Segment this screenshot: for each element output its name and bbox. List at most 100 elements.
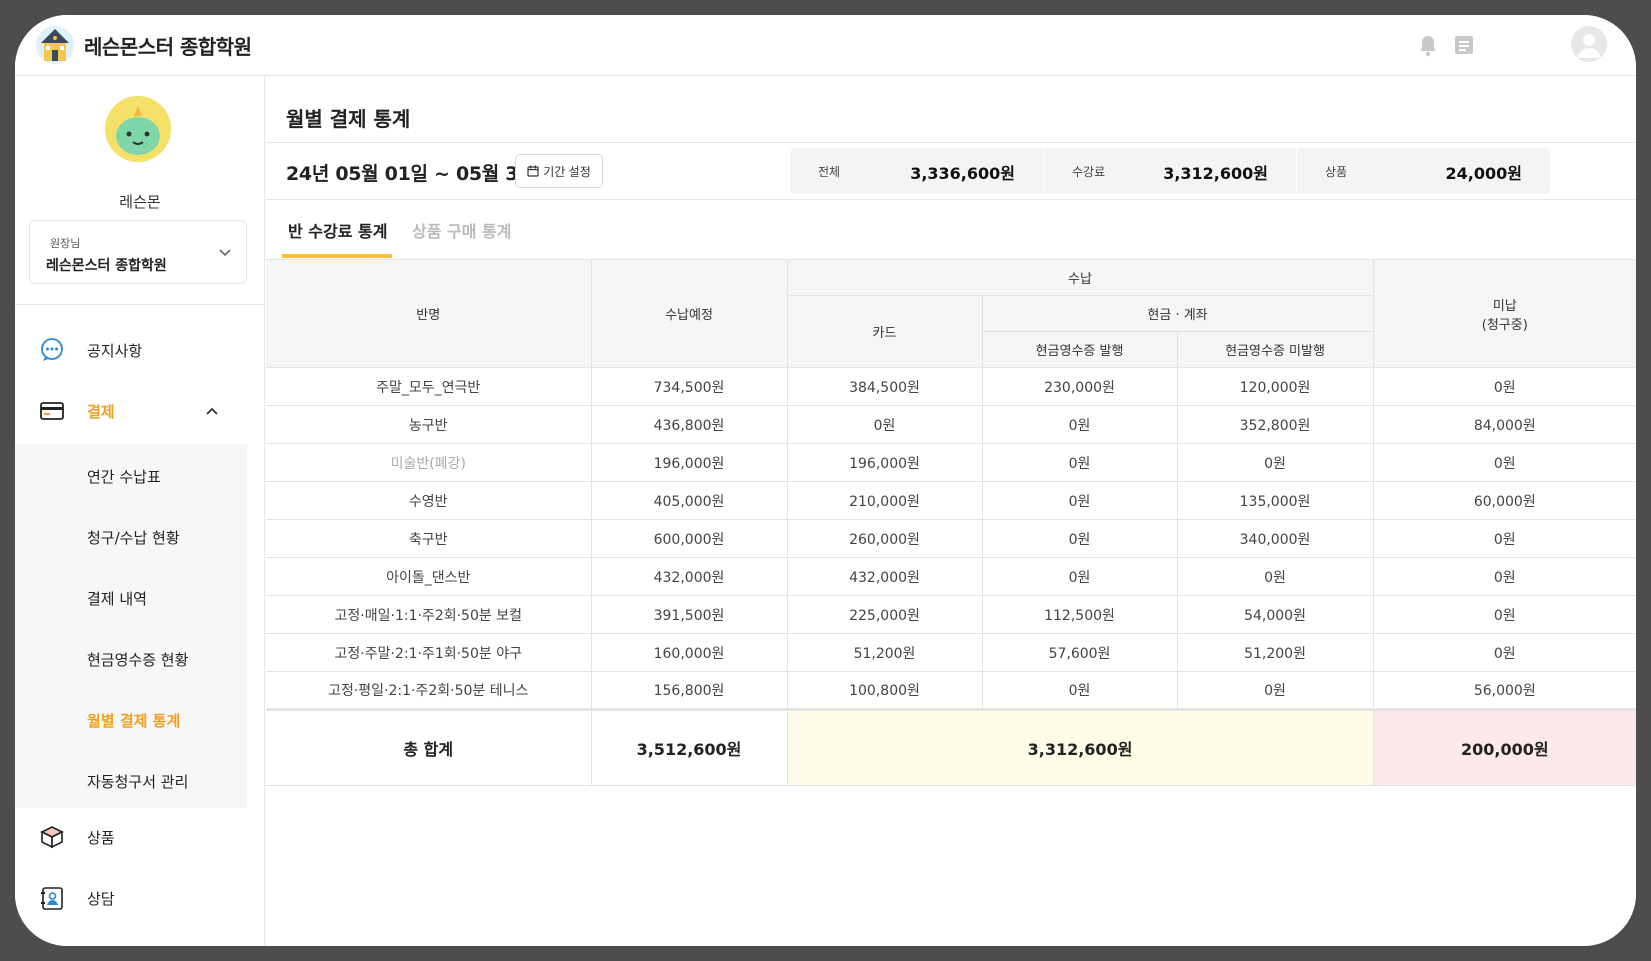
cell-class-name: 아이돌_댄스반 — [266, 557, 592, 596]
cell-receipt-not-issued: 51,200원 — [1176, 633, 1374, 672]
total-unpaid: 200,000원 — [1372, 708, 1636, 786]
cell-receipt-not-issued: 135,000원 — [1176, 481, 1374, 520]
period-label: 24년 05월 01일 ~ 05월 31일 — [286, 163, 549, 185]
table-row: 주말_모두_연극반 734,500원 384,500원 230,000원 120… — [266, 367, 1636, 406]
total-paid: 3,312,600원 — [786, 708, 1374, 786]
sidebar-item-payment[interactable]: 결제 — [15, 386, 265, 436]
submenu-item-annual-sheet[interactable]: 연간 수납표 — [15, 450, 247, 500]
column-header-receipt-not-issued: 현금영수증 미발행 — [1176, 331, 1374, 368]
cell-unpaid: 84,000원 — [1372, 405, 1636, 444]
period-setting-label: 기간 설정 — [543, 164, 591, 179]
cell-scheduled: 436,800원 — [590, 405, 788, 444]
submenu-item-payment-history[interactable]: 결제 내역 — [15, 572, 247, 622]
total-label: 총 합계 — [266, 708, 592, 786]
stats-table: 반명 수납예정 수납 미납 (청구중) 카드 현금 · 계좌 현금영수증 발행 … — [266, 259, 1636, 786]
unpaid-header-line1: 미납 — [1492, 298, 1517, 314]
sidebar-item-label: 결제 — [87, 403, 115, 421]
cell-card: 384,500원 — [786, 367, 983, 406]
sidebar-item-products[interactable]: 상품 — [15, 812, 265, 862]
cell-receipt-not-issued: 0원 — [1176, 557, 1374, 596]
cell-card: 0원 — [786, 405, 983, 444]
academy-logo-icon[interactable] — [35, 25, 75, 65]
cell-class-name: 축구반 — [266, 519, 592, 558]
cell-class-name: 고정·매일·1:1·주2회·50분 보컬 — [266, 595, 592, 634]
column-header-receipt-issued: 현금영수증 발행 — [982, 331, 1178, 368]
page-title: 월별 결제 통계 — [286, 107, 411, 131]
cell-unpaid: 0원 — [1372, 633, 1636, 672]
total-scheduled: 3,512,600원 — [590, 708, 788, 786]
section-divider — [266, 199, 1636, 200]
app-screen: 레슨몬스터 종합학원 레슨몬 원장님 레슨몬스터 종합학원 공지사항 결제 연간… — [15, 15, 1636, 946]
main-content: 월별 결제 통계 24년 05월 01일 ~ 05월 31일 기간 설정 전체 … — [266, 76, 1636, 946]
cell-scheduled: 156,800원 — [590, 671, 788, 710]
submenu-item-cash-receipt[interactable]: 현금영수증 현황 — [15, 633, 247, 683]
column-header-unpaid: 미납 (청구중) — [1372, 259, 1636, 368]
tab-product-purchase-stats[interactable]: 상품 구매 통계 — [412, 218, 511, 242]
total-row: 총 합계 3,512,600원 3,312,600원 200,000원 — [266, 708, 1636, 786]
cell-receipt-issued: 0원 — [981, 671, 1178, 710]
sidebar-item-label: 상품 — [87, 829, 115, 847]
cell-scheduled: 734,500원 — [590, 367, 788, 406]
cell-receipt-issued: 0원 — [981, 481, 1178, 520]
summary-label: 수강료 — [1072, 165, 1106, 179]
cell-receipt-not-issued: 54,000원 — [1176, 595, 1374, 634]
cell-receipt-not-issued: 352,800원 — [1176, 405, 1374, 444]
sidebar-item-notice[interactable]: 공지사항 — [15, 325, 265, 375]
cell-scheduled: 391,500원 — [590, 595, 788, 634]
org-role: 원장님 — [50, 237, 81, 250]
sidebar-item-consulting[interactable]: 상담 — [15, 873, 265, 923]
summary-value: 24,000원 — [1445, 164, 1522, 183]
payment-submenu: 연간 수납표 청구/수납 현황 결제 내역 현금영수증 현황 월별 결제 통계 … — [15, 444, 247, 808]
tab-class-tuition-stats[interactable]: 반 수강료 통계 — [288, 218, 387, 242]
summary-total: 전체 3,336,600원 — [790, 148, 1043, 194]
table-row: 미술반(폐강) 196,000원 196,000원 0원 0원 0원 — [266, 443, 1636, 482]
cell-receipt-issued: 230,000원 — [981, 367, 1178, 406]
cell-unpaid: 0원 — [1372, 557, 1636, 596]
period-setting-button[interactable]: 기간 설정 — [515, 154, 603, 188]
cell-class-name: 수영반 — [266, 481, 592, 520]
active-tab-indicator — [282, 254, 392, 258]
org-selector[interactable]: 원장님 레슨몬스터 종합학원 — [29, 220, 247, 284]
cell-receipt-not-issued: 120,000원 — [1176, 367, 1374, 406]
table-row: 고정·주말·2:1·주1회·50분 야구 160,000원 51,200원 57… — [266, 633, 1636, 672]
cell-receipt-issued: 57,600원 — [981, 633, 1178, 672]
top-bar: 레슨몬스터 종합학원 — [15, 15, 1636, 76]
sidebar: 레슨몬 원장님 레슨몬스터 종합학원 공지사항 결제 연간 수납표 청구/수납 … — [15, 76, 265, 946]
cell-unpaid: 60,000원 — [1372, 481, 1636, 520]
cell-card: 51,200원 — [786, 633, 983, 672]
card-icon — [40, 402, 64, 420]
user-avatar-icon[interactable] — [1571, 26, 1607, 62]
summary-label: 전체 — [818, 165, 841, 179]
profile-name: 레슨몬 — [119, 193, 161, 211]
chevron-down-icon — [219, 249, 231, 257]
submenu-item-monthly-stats[interactable]: 월별 결제 통계 — [15, 694, 247, 744]
cell-card: 196,000원 — [786, 443, 983, 482]
submenu-item-billing-status[interactable]: 청구/수납 현황 — [15, 511, 247, 561]
cell-class-name: 고정·주말·2:1·주1회·50분 야구 — [266, 633, 592, 672]
brand-name[interactable]: 레슨몬스터 종합학원 — [84, 31, 252, 60]
cell-unpaid: 0원 — [1372, 443, 1636, 482]
table-row: 수영반 405,000원 210,000원 0원 135,000원 60,000… — [266, 481, 1636, 520]
cell-scheduled: 196,000원 — [590, 443, 788, 482]
cell-class-name: 주말_모두_연극반 — [266, 367, 592, 406]
submenu-item-auto-invoice[interactable]: 자동청구서 관리 — [15, 755, 247, 805]
cell-card: 210,000원 — [786, 481, 983, 520]
cell-scheduled: 405,000원 — [590, 481, 788, 520]
cell-card: 432,000원 — [786, 557, 983, 596]
column-header-cash-transfer: 현금 · 계좌 — [981, 295, 1374, 332]
profile-avatar[interactable] — [105, 96, 171, 162]
chevron-up-icon[interactable] — [205, 404, 219, 418]
summary-value: 3,312,600원 — [1163, 164, 1268, 183]
sidebar-item-label: 상담 — [87, 890, 115, 908]
device-frame: 레슨몬스터 종합학원 레슨몬 원장님 레슨몬스터 종합학원 공지사항 결제 연간… — [0, 0, 1651, 961]
cell-scheduled: 160,000원 — [590, 633, 788, 672]
cell-receipt-issued: 0원 — [981, 519, 1178, 558]
document-icon[interactable] — [1451, 32, 1477, 58]
table-row: 축구반 600,000원 260,000원 0원 340,000원 0원 — [266, 519, 1636, 558]
cell-receipt-not-issued: 0원 — [1176, 443, 1374, 482]
cell-receipt-issued: 0원 — [981, 443, 1178, 482]
bell-icon[interactable] — [1415, 32, 1441, 58]
cell-unpaid: 0원 — [1372, 595, 1636, 634]
submenu-item-label: 청구/수납 현황 — [87, 529, 180, 547]
calendar-icon — [527, 165, 539, 177]
